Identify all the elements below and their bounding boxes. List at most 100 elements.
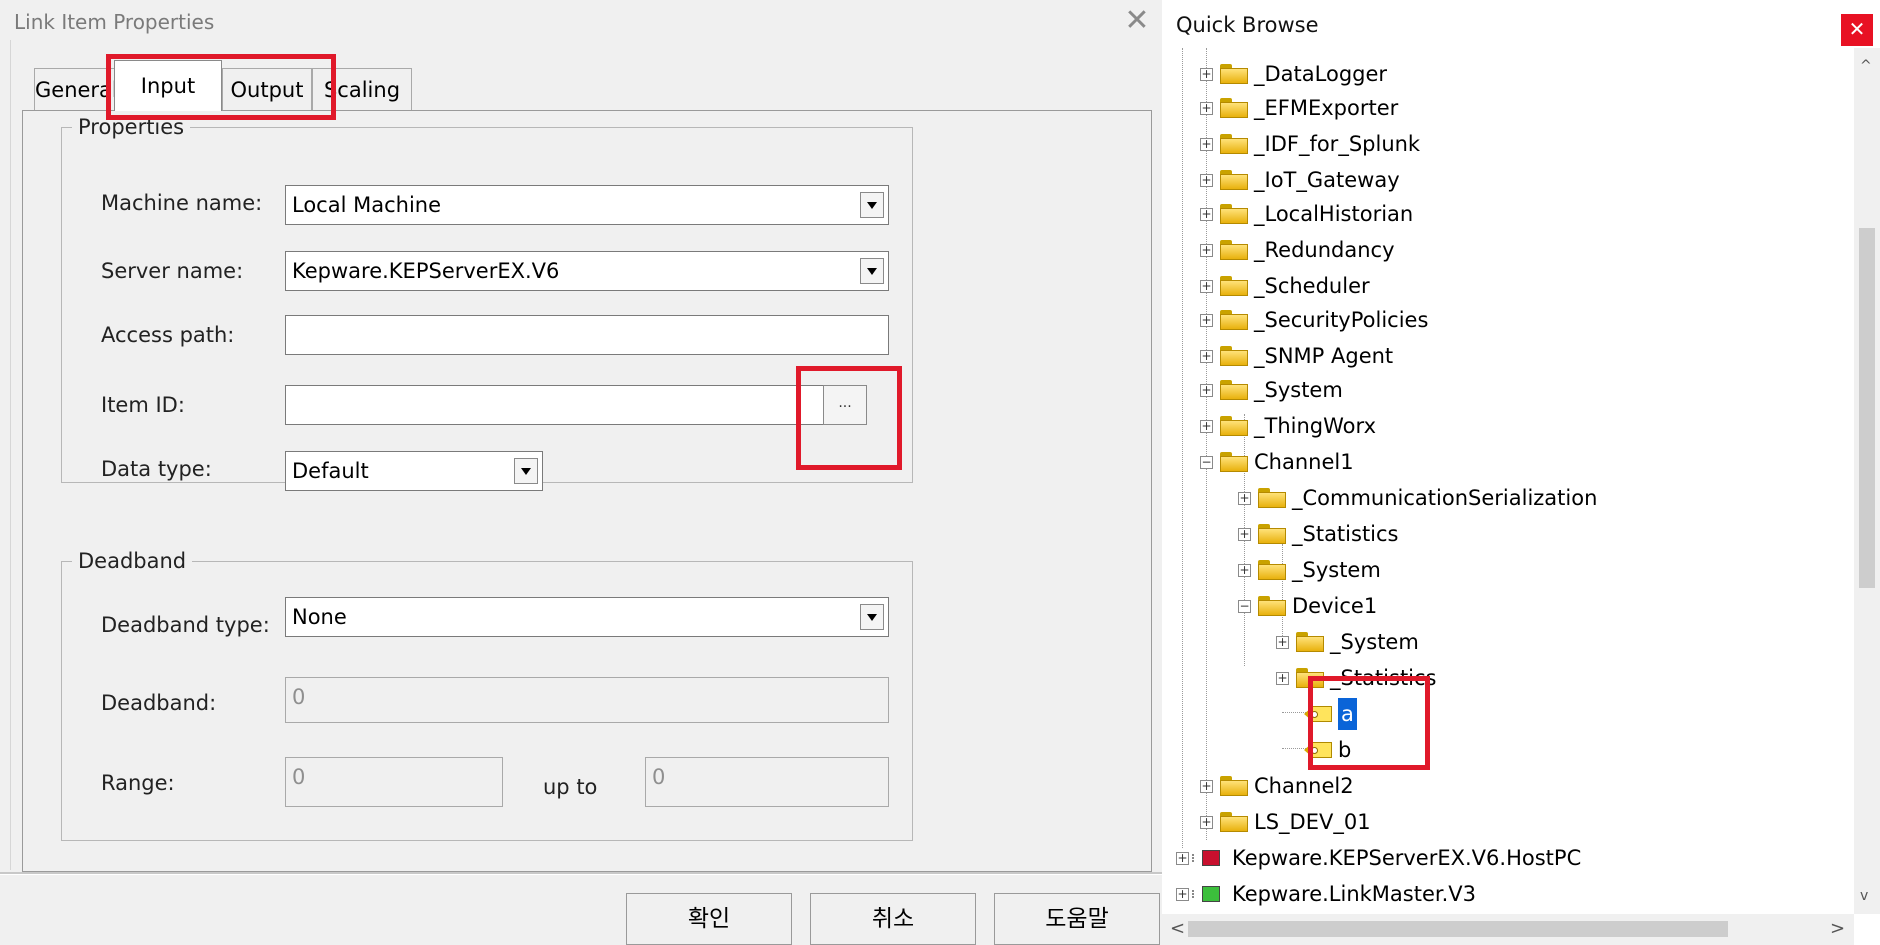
tree-item-label: Device1: [1292, 594, 1378, 618]
tag-icon: [1304, 706, 1332, 722]
expand-icon[interactable]: +: [1200, 816, 1213, 829]
deadband-label: Deadband:: [101, 691, 217, 715]
horizontal-scroll-thumb[interactable]: [1188, 921, 1728, 937]
access-path-label: Access path:: [101, 323, 235, 347]
scroll-down-icon[interactable]: v: [1860, 888, 1868, 904]
tree-item-label: _EFMExporter: [1254, 96, 1399, 120]
expand-icon[interactable]: +: [1200, 314, 1213, 327]
tree-item-label: Kepware.LinkMaster.V3: [1232, 882, 1476, 906]
close-icon[interactable]: ✕: [1841, 14, 1873, 46]
quick-browse-panel: Quick Browse ✕ + _DataLogger + _EFMExpor…: [1162, 0, 1880, 945]
deadband-type-dropdown[interactable]: None: [285, 597, 889, 637]
expand-icon[interactable]: +: [1176, 852, 1189, 865]
access-path-input[interactable]: [285, 315, 889, 355]
expand-icon[interactable]: +: [1176, 888, 1189, 901]
vertical-scrollbar[interactable]: ^ v: [1854, 48, 1880, 914]
scroll-up-icon[interactable]: ^: [1860, 58, 1872, 74]
folder-icon: [1296, 632, 1324, 652]
properties-group: Properties: [61, 115, 913, 483]
folder-icon: [1220, 346, 1248, 366]
help-button[interactable]: 도움말: [994, 893, 1160, 945]
expand-icon[interactable]: +: [1200, 102, 1213, 115]
machine-name-dropdown[interactable]: Local Machine: [285, 185, 889, 225]
expand-icon[interactable]: +: [1276, 672, 1289, 685]
deadband-type-label: Deadband type:: [101, 613, 270, 637]
range-from-input[interactable]: 0: [285, 757, 503, 807]
tab-scaling[interactable]: Scaling: [312, 68, 412, 111]
up-to-label: up to: [543, 775, 598, 799]
tree-item-label: _Scheduler: [1254, 274, 1370, 298]
horizontal-scrollbar[interactable]: < >: [1162, 914, 1854, 945]
tree-item-label: Channel2: [1254, 774, 1354, 798]
cancel-button[interactable]: 취소: [810, 893, 976, 945]
tab-output[interactable]: Output: [222, 68, 312, 111]
chevron-down-icon[interactable]: [514, 458, 538, 484]
tree-item-label: _CommunicationSerialization: [1292, 486, 1598, 510]
tree-item-label: _IoT_Gateway: [1254, 168, 1400, 192]
folder-icon: [1220, 204, 1248, 224]
chevron-down-icon[interactable]: [860, 604, 884, 630]
folder-icon: [1220, 380, 1248, 400]
expand-icon[interactable]: +: [1238, 528, 1251, 541]
folder-icon: [1220, 134, 1248, 154]
expand-icon[interactable]: +: [1200, 208, 1213, 221]
tree-item-label: _SecurityPolicies: [1254, 308, 1429, 332]
folder-icon: [1220, 310, 1248, 330]
folder-icon: [1220, 812, 1248, 832]
expand-icon[interactable]: +: [1238, 564, 1251, 577]
folder-icon: [1258, 488, 1286, 508]
expand-icon[interactable]: +: [1200, 350, 1213, 363]
expand-icon[interactable]: +: [1200, 420, 1213, 433]
ok-button[interactable]: 확인: [626, 893, 792, 945]
collapse-icon[interactable]: −: [1238, 600, 1251, 613]
folder-icon: [1220, 776, 1248, 796]
range-to-input[interactable]: 0: [645, 757, 889, 807]
vertical-scroll-thumb[interactable]: [1859, 228, 1875, 588]
expand-icon[interactable]: +: [1200, 174, 1213, 187]
folder-icon: [1258, 596, 1286, 616]
folder-icon: [1220, 276, 1248, 296]
tree-item-label: _DataLogger: [1254, 62, 1388, 86]
quick-browse-title: Quick Browse: [1176, 13, 1319, 37]
browse-tree[interactable]: + _DataLogger + _EFMExporter + _IDF_for_…: [1162, 48, 1854, 914]
deadband-input[interactable]: 0: [285, 677, 889, 723]
folder-icon: [1296, 668, 1324, 688]
collapse-icon[interactable]: −: [1200, 456, 1213, 469]
tree-item-label: _SNMP Agent: [1254, 344, 1394, 368]
expand-icon[interactable]: +: [1200, 244, 1213, 257]
dialog-close-icon[interactable]: ✕: [1120, 4, 1154, 38]
folder-icon: [1220, 452, 1248, 472]
tab-general[interactable]: General: [34, 68, 118, 111]
tree-item-label-selected: a: [1338, 698, 1357, 730]
server-icon: [1192, 884, 1222, 904]
item-id-label: Item ID:: [101, 393, 185, 417]
server-name-value: Kepware.KEPServerEX.V6: [292, 259, 560, 283]
chevron-down-icon[interactable]: [860, 258, 884, 284]
tree-item-label: _ThingWorx: [1254, 414, 1376, 438]
expand-icon[interactable]: +: [1276, 636, 1289, 649]
tab-input[interactable]: Input: [114, 60, 222, 111]
scroll-right-icon[interactable]: >: [1830, 918, 1845, 939]
tree-item-label: _Statistics: [1292, 522, 1399, 546]
expand-icon[interactable]: +: [1200, 138, 1213, 151]
data-type-dropdown[interactable]: Default: [285, 451, 543, 491]
item-id-browse-button[interactable]: ...: [823, 385, 867, 425]
item-id-input[interactable]: [285, 385, 825, 425]
folder-icon: [1220, 170, 1248, 190]
button-divider: [0, 872, 1162, 875]
expand-icon[interactable]: +: [1200, 780, 1213, 793]
server-name-dropdown[interactable]: Kepware.KEPServerEX.V6: [285, 251, 889, 291]
chevron-down-icon[interactable]: [860, 192, 884, 218]
expand-icon[interactable]: +: [1238, 492, 1251, 505]
deadband-legend: Deadband: [78, 549, 187, 573]
tree-item-label: _LocalHistorian: [1254, 202, 1414, 226]
link-item-properties-dialog: Link Item Properties ✕ General Input Out…: [0, 0, 1162, 945]
folder-icon: [1220, 416, 1248, 436]
expand-icon[interactable]: +: [1200, 384, 1213, 397]
data-type-value: Default: [292, 459, 369, 483]
scroll-left-icon[interactable]: <: [1170, 918, 1185, 939]
expand-icon[interactable]: +: [1200, 280, 1213, 293]
tree-line: [1206, 48, 1207, 840]
expand-icon[interactable]: +: [1200, 68, 1213, 81]
tree-item-label: _Redundancy: [1254, 238, 1395, 262]
